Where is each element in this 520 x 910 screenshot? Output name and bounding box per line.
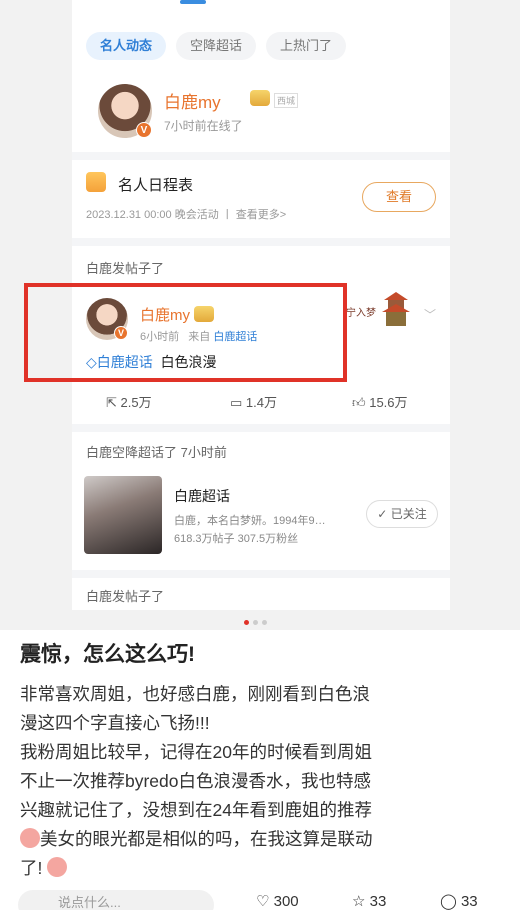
schedule-subtitle[interactable]: 2023.12.31 00:00 晚会活动 丨 查看更多> [86, 206, 286, 222]
post-thumbnail[interactable]: 宁入梦 [344, 290, 414, 330]
note-line: 兴趣就记住了，没想到在24年看到鹿姐的推荐 [20, 800, 372, 820]
emoji-face-icon [20, 828, 40, 848]
note-body: 非常喜欢周姐，也好感白鹿，刚刚看到白色浪 漫这四个字直接心飞扬!!! 我粉周姐比… [20, 680, 506, 883]
celebrity-header[interactable]: V 白鹿my 西城 7小时前在线了 [98, 84, 438, 140]
check-icon: ✓ [377, 507, 388, 521]
like-button[interactable]: 👍︎ 15.6万 [352, 392, 408, 411]
user-name[interactable]: 白鹿my [164, 88, 221, 113]
post-actions: ⇱ 2.5万 ▭ 1.4万 👍︎ 15.6万 [72, 388, 450, 418]
bottom-bar: 说点什么... ♡ 300 ☆ 33 ◯ 33 [0, 890, 520, 910]
tab-airdrop-topic[interactable]: 空降超话 [176, 32, 257, 60]
topic-stats: 618.3万帖子 307.5万粉丝 [174, 533, 299, 545]
divider [72, 424, 450, 432]
thumbs-up-icon: 👍︎ [352, 395, 366, 410]
crown-icon [250, 90, 270, 106]
top-indicator [180, 0, 206, 4]
red-highlight-box [24, 283, 347, 382]
note-line: 我粉周姐比较早，记得在20年的时候看到周姐 [20, 742, 372, 762]
divider [72, 238, 450, 246]
comment-bubble-icon: ◯ [440, 893, 457, 910]
section-title-posted: 白鹿发帖子了 [86, 261, 165, 276]
followed-button[interactable]: ✓ 已关注 [366, 500, 438, 528]
comment-icon: ▭ [230, 395, 243, 410]
tab-trending[interactable]: 上热门了 [266, 32, 347, 60]
note-title: 震惊，怎么这么巧! [20, 643, 195, 666]
comment-count: 1.4万 [245, 395, 277, 410]
note-line: 美女的眼光都是相似的吗，在我这算是联动 [20, 825, 506, 854]
section-title-posted-2: 白鹿发帖子了 [86, 589, 165, 604]
note-line: 非常喜欢周姐，也好感白鹿，刚刚看到白色浪 [20, 684, 370, 704]
stars-count: 33 [369, 893, 387, 910]
note-line: 了! [20, 854, 506, 883]
note-line-text: 美女的眼光都是相似的吗，在我这算是联动 [40, 829, 373, 849]
divider [72, 570, 450, 578]
like-count: 15.6万 [369, 395, 408, 410]
carousel-dot-active[interactable] [244, 620, 249, 625]
user-tag: 西城 [274, 93, 299, 108]
star-stat[interactable]: ☆ 33 [352, 892, 386, 910]
divider [72, 152, 450, 160]
comments-count: 33 [460, 893, 478, 910]
filter-tabs: 名人动态 空降超话 上热门了 [86, 32, 347, 60]
carousel-dot[interactable] [253, 620, 258, 625]
calendar-icon [86, 172, 106, 192]
online-status: 7小时前在线了 [164, 119, 243, 133]
topic-image[interactable] [84, 476, 162, 554]
note-line: 漫这四个字直接心飞扬!!! [20, 713, 210, 733]
topic-card[interactable]: 白鹿超话 白鹿，本名白梦妍。1994年9… 618.3万帖子 307.5万粉丝 … [84, 474, 440, 558]
emoji-face-icon [47, 857, 68, 877]
schedule-title: 名人日程表 [118, 177, 194, 194]
tab-celebrity-news[interactable]: 名人动态 [86, 32, 167, 60]
topic-name[interactable]: 白鹿超话 [174, 486, 230, 506]
note-line-text: 了! [20, 858, 43, 878]
comment-button[interactable]: ▭ 1.4万 [230, 392, 277, 411]
section-title-airdrop: 白鹿空降超话了 7小时前 [86, 445, 227, 460]
view-button[interactable]: 查看 [362, 182, 436, 212]
carousel-dot[interactable] [262, 620, 267, 625]
note-line: 不止一次推荐byredo白色浪漫香水，我也特感 [20, 771, 372, 791]
topic-description: 白鹿，本名白梦妍。1994年9… [174, 515, 326, 527]
share-icon: ⇱ [106, 395, 117, 410]
schedule-card: 名人日程表 2023.12.31 00:00 晚会活动 丨 查看更多> 查看 [86, 172, 436, 228]
share-button[interactable]: ⇱ 2.5万 [106, 392, 152, 411]
share-count: 2.5万 [120, 395, 152, 410]
comment-input[interactable]: 说点什么... [18, 890, 214, 910]
like-stat[interactable]: ♡ 300 [256, 892, 299, 910]
verified-badge-icon: V [136, 122, 152, 138]
embedded-screenshot: 名人动态 空降超话 上热门了 V 白鹿my 西城 7小时前在线了 名人日程表 2… [0, 0, 520, 630]
chevron-down-icon[interactable]: ﹀ [424, 306, 436, 323]
likes-count: 300 [273, 893, 299, 910]
heart-icon: ♡ [256, 893, 270, 910]
followed-label: 已关注 [390, 507, 427, 521]
carousel-dots [244, 620, 267, 625]
comment-stat[interactable]: ◯ 33 [440, 892, 478, 910]
thumbnail-text: 宁入梦 [346, 306, 376, 319]
star-icon: ☆ [352, 893, 366, 910]
